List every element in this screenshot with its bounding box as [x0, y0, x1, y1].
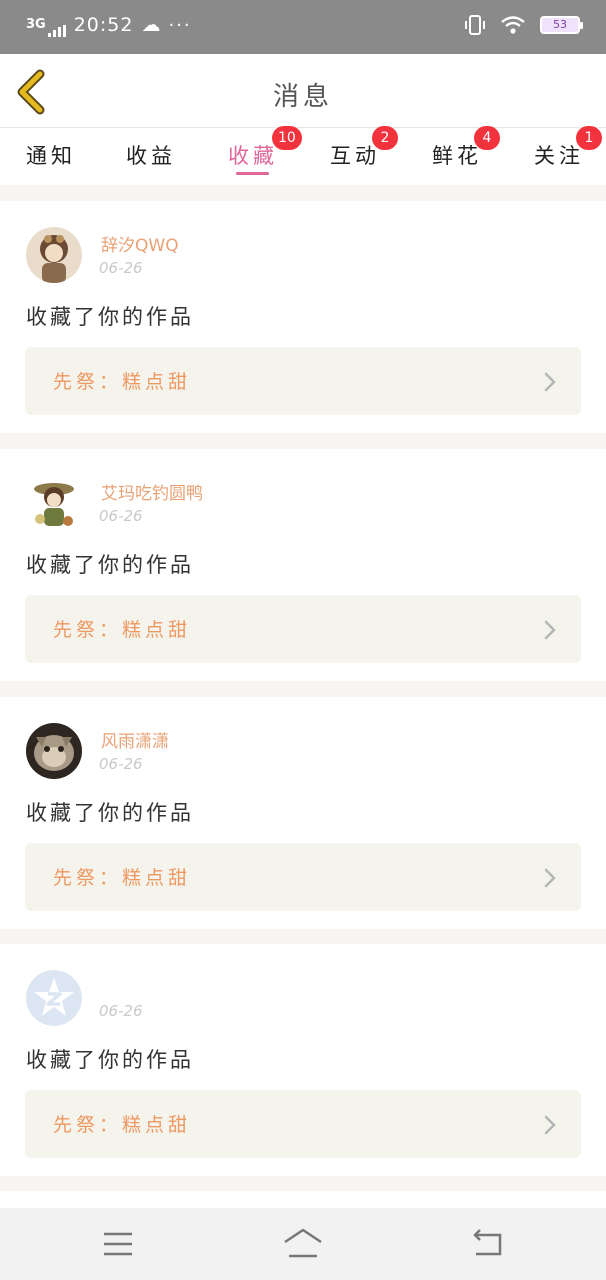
follows-count-badge: 1	[576, 126, 602, 150]
flowers-count-badge: 4	[474, 126, 500, 150]
message-item: 风雨潇潇 06-26 收藏了你的作品 先祭：糕点甜	[0, 697, 606, 929]
tab-label: 关注	[534, 144, 584, 168]
home-icon[interactable]	[281, 1226, 325, 1262]
message-text: 收藏了你的作品	[26, 305, 194, 329]
network-type: 3G	[26, 17, 46, 32]
chevron-right-icon	[544, 620, 556, 640]
avatar-qq-default-icon[interactable]	[26, 970, 82, 1026]
work-link[interactable]: 先祭：糕点甜	[25, 347, 581, 415]
message-tabs: 通知 收益 收藏 10 互动 2 鲜花 4 关注 1	[0, 126, 606, 185]
page-header: 消息	[0, 54, 606, 128]
interactions-count-badge: 2	[372, 126, 398, 150]
vibrate-icon	[465, 15, 485, 35]
tab-follows[interactable]: 关注 1	[534, 126, 602, 170]
chevron-right-icon	[544, 868, 556, 888]
back-nav-icon[interactable]	[466, 1226, 510, 1262]
battery-level: 53	[553, 18, 567, 31]
favorites-count-badge: 10	[272, 126, 302, 150]
message-date: 06-26	[99, 1002, 143, 1020]
menu-icon[interactable]	[96, 1226, 140, 1262]
active-tab-indicator	[236, 172, 269, 175]
status-bar: 3G 20:52 ☁ ··· 53	[0, 0, 606, 54]
message-text: 收藏了你的作品	[26, 1048, 194, 1072]
username[interactable]: 辞汐QWQ	[101, 231, 179, 256]
more-notifications: ···	[168, 14, 192, 36]
tab-favorites[interactable]: 收藏 10	[228, 126, 302, 170]
tab-notifications[interactable]: 通知	[26, 140, 76, 170]
tab-interactions[interactable]: 互动 2	[330, 126, 398, 170]
page-title: 消息	[272, 82, 333, 112]
message-date: 06-26	[99, 507, 143, 525]
message-date: 06-26	[99, 755, 143, 773]
work-link[interactable]: 先祭：糕点甜	[25, 595, 581, 663]
chevron-right-icon	[544, 1115, 556, 1135]
work-title: 先祭：糕点甜	[53, 371, 192, 393]
message-text: 收藏了你的作品	[26, 801, 194, 825]
message-item: 艾玛吃钓圆鸭 06-26 收藏了你的作品 先祭：糕点甜	[0, 449, 606, 681]
wifi-icon	[501, 16, 525, 34]
signal-icon	[47, 25, 66, 37]
tab-label: 互动	[330, 144, 380, 168]
work-link[interactable]: 先祭：糕点甜	[25, 1090, 581, 1158]
battery-icon: 53	[540, 16, 583, 34]
tab-label: 通知	[26, 144, 76, 168]
tab-earnings[interactable]: 收益	[126, 140, 176, 170]
message-text: 收藏了你的作品	[26, 553, 194, 577]
username[interactable]: 风雨潇潇	[101, 727, 169, 752]
work-link[interactable]: 先祭：糕点甜	[25, 843, 581, 911]
tab-label: 收益	[126, 144, 176, 168]
work-title: 先祭：糕点甜	[53, 1114, 192, 1136]
clock: 20:52	[73, 14, 134, 36]
tab-flowers[interactable]: 鲜花 4	[432, 126, 500, 170]
avatar-anime-character-icon[interactable]	[26, 227, 82, 283]
message-item: 辞汐QWQ 06-26 收藏了你的作品 先祭：糕点甜	[0, 201, 606, 433]
system-nav-bar	[0, 1208, 606, 1280]
avatar-cat-photo-icon[interactable]	[26, 723, 82, 779]
tab-label: 收藏	[228, 144, 278, 168]
work-title: 先祭：糕点甜	[53, 867, 192, 889]
chevron-right-icon	[544, 372, 556, 392]
message-date: 06-26	[99, 259, 143, 277]
message-item: 06-26 收藏了你的作品 先祭：糕点甜	[0, 944, 606, 1176]
username[interactable]: 艾玛吃钓圆鸭	[101, 479, 203, 504]
work-title: 先祭：糕点甜	[53, 619, 192, 641]
message-item-partial	[0, 1191, 606, 1208]
avatar-anime-character-icon[interactable]	[26, 475, 82, 531]
tab-label: 鲜花	[432, 144, 482, 168]
weather-cloud-icon: ☁	[141, 14, 161, 36]
